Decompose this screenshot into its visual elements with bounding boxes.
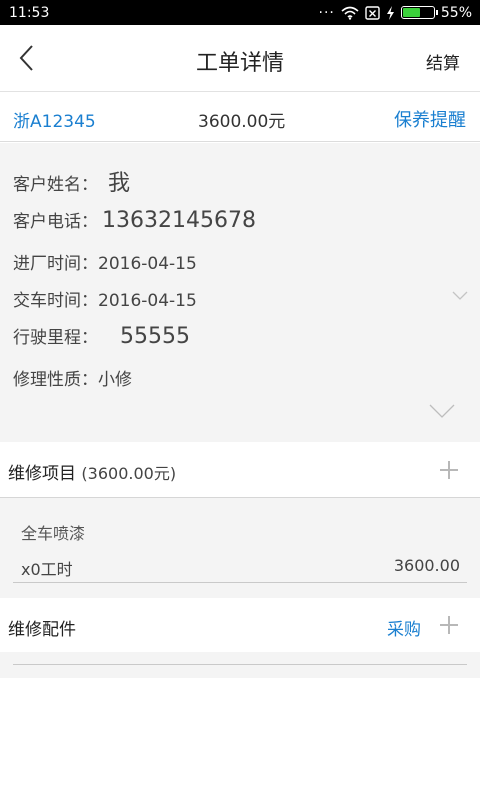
repair-items-title: 维修项目 (3600.00元): [8, 459, 176, 484]
delivery-time: 交车时间：2016-04-15: [13, 291, 197, 311]
add-repair-item-icon[interactable]: [440, 461, 458, 479]
repair-item-hours: x0工时: [21, 560, 73, 579]
battery-icon: [400, 6, 438, 19]
chevron-down-icon[interactable]: [452, 291, 468, 300]
mileage-label: 行驶里程：: [13, 328, 98, 348]
battery-percent: 55%: [440, 4, 472, 21]
delivery-time-row: 交车时间：2016-04-15: [13, 286, 197, 311]
battery-fill: [402, 8, 421, 17]
order-amount: 3600.00元: [198, 112, 286, 132]
repair-item-price: 3600.00: [393, 556, 460, 575]
entry-time-row: 进厂时间：2016-04-15: [13, 249, 197, 274]
maintenance-reminder-button[interactable]: 保养提醒: [394, 106, 466, 132]
customer-phone-row: 客户电话： 13632145678: [13, 207, 256, 233]
status-bar: 11:53 ··· 55%: [0, 0, 480, 25]
vehicle-summary-row: 浙A12345 3600.00元 保养提醒: [0, 93, 480, 142]
repair-parts-list: [0, 652, 480, 678]
repair-items-total: (3600.00元): [81, 464, 177, 483]
repair-item-list: 全车喷漆 x0工时 3600.00: [0, 498, 480, 598]
purchase-button[interactable]: 采购: [387, 615, 421, 640]
repair-parts-title: 维修配件: [8, 620, 76, 640]
customer-name-value: 我: [108, 171, 131, 196]
status-time: 11:53: [9, 4, 50, 21]
app-header: 工单详情 结算: [0, 25, 480, 92]
repair-item-name[interactable]: 全车喷漆: [21, 520, 85, 544]
customer-name-label: 客户姓名：: [13, 175, 98, 195]
license-plate[interactable]: 浙A12345: [13, 107, 96, 132]
customer-name-row: 客户姓名： 我: [13, 165, 130, 197]
customer-phone-label: 客户电话：: [13, 212, 98, 232]
settle-button[interactable]: 结算: [426, 49, 460, 74]
repair-parts-header: 维修配件 采购: [0, 598, 480, 652]
status-icons: ··· 55%: [319, 5, 472, 21]
mileage-row: 行驶里程： 55555: [13, 323, 190, 349]
add-part-icon[interactable]: [440, 616, 458, 634]
repair-items-heading: 维修项目: [8, 464, 76, 484]
repair-type-row: 修理性质：小修: [13, 365, 132, 390]
divider: [13, 582, 467, 583]
divider: [13, 664, 467, 665]
no-sim-icon: [365, 5, 380, 20]
entry-time: 进厂时间：2016-04-15: [13, 254, 197, 274]
repair-type: 修理性质：小修: [13, 370, 132, 390]
customer-info-panel: 客户姓名： 我 客户电话： 13632145678 进厂时间：2016-04-1…: [0, 143, 480, 442]
wifi-icon: [341, 6, 359, 20]
page-title: 工单详情: [195, 51, 284, 76]
notification-dots: ···: [318, 4, 335, 21]
expand-chevron-icon[interactable]: [429, 404, 455, 418]
repair-items-header: 维修项目 (3600.00元): [0, 442, 480, 498]
charging-icon: [386, 5, 394, 20]
customer-phone-value[interactable]: 13632145678: [102, 208, 256, 233]
mileage-value: 55555: [120, 324, 190, 349]
